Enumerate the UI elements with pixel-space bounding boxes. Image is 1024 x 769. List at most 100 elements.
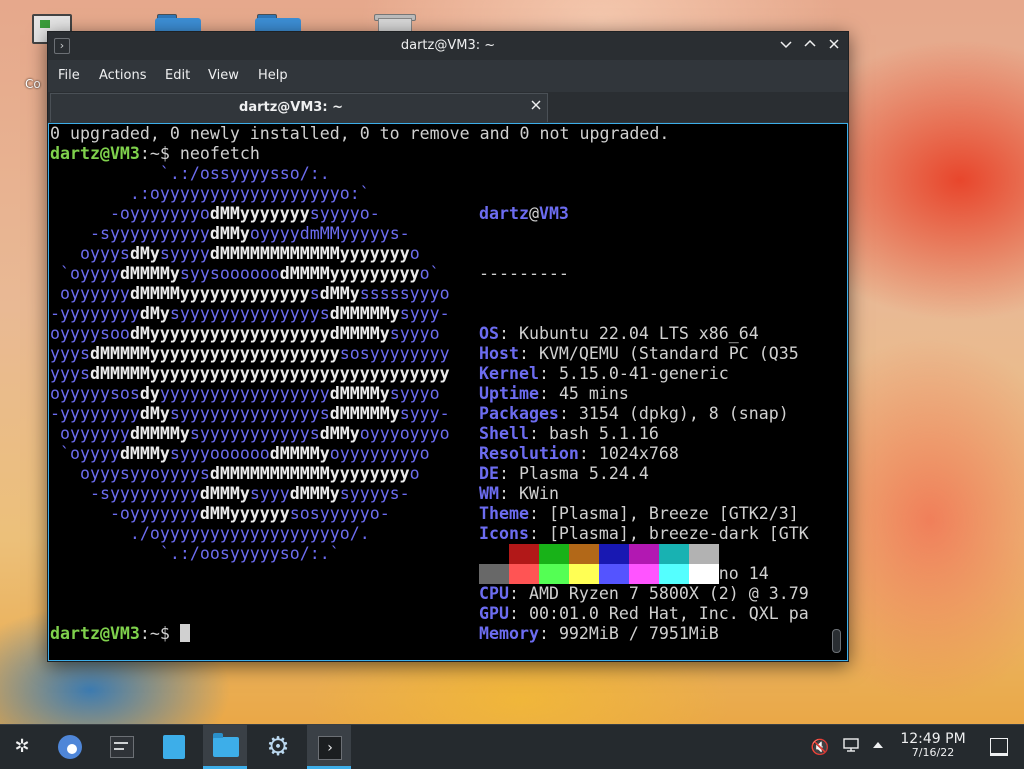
tab-close-button[interactable] [529, 99, 543, 113]
minimize-button[interactable] [777, 37, 795, 55]
ascii-logo-line: -oyyyyyyydMMyyyyyysosyyyyyo- [50, 504, 390, 523]
ascii-logo-line: ./oyyyyyyyyyyyyyyyyyyo/. [50, 524, 370, 543]
info-row: Memory: 992MiB / 7951MiB [479, 624, 719, 643]
close-icon [531, 100, 541, 110]
window-titlebar[interactable]: › dartz@VM3: ~ [48, 32, 848, 60]
tab-terminal[interactable]: dartz@VM3: ~ [50, 93, 548, 122]
ascii-logo-line: oyyyyyydMMMMysyyyyyyyyyyysdMMyoyyyoyyyo [50, 424, 450, 443]
info-key: OS [479, 324, 499, 343]
chromium-icon-center [65, 742, 79, 756]
color-swatch [629, 544, 659, 564]
info-value: Plasma 5.24.4 [518, 464, 649, 483]
info-value: 3154 (dpkg), 8 (snap) [578, 404, 789, 423]
task-terminal[interactable]: › [307, 725, 351, 769]
color-swatch [509, 564, 539, 584]
volume-muted-icon[interactable]: 🔇 [810, 737, 830, 757]
system-monitor-icon [110, 736, 134, 758]
info-row: Icons: [Plasma], breeze-dark [GTK [479, 524, 809, 543]
show-desktop-button[interactable] [990, 738, 1008, 756]
info-value: AMD Ryzen 7 5800X (2) @ 3.79 [528, 584, 809, 603]
scrollbar-thumb[interactable] [832, 629, 841, 653]
info-row: Packages: 3154 (dpkg), 8 (snap) [479, 404, 789, 423]
prompt-line: dartz@VM3:~$ [50, 624, 190, 644]
menu-file[interactable]: File [58, 68, 80, 83]
info-row: OS: Kubuntu 22.04 LTS x86_64 [479, 324, 759, 343]
ascii-logo-line: oyyyyysosdyyyyyyyyyyyyyyyyyydMMMMysyyyo [50, 384, 440, 403]
file-manager-icon [213, 733, 239, 757]
terminal-window: › dartz@VM3: ~ File Actions Edit View He… [47, 31, 849, 662]
color-swatch [599, 544, 629, 564]
terminal-output-line: 0 upgraded, 0 newly installed, 0 to remo… [50, 124, 670, 143]
menu-actions[interactable]: Actions [99, 68, 147, 83]
info-key: CPU [479, 584, 509, 603]
tray-expand-icon[interactable] [868, 737, 888, 757]
info-key: Packages [479, 404, 559, 423]
info-key: GPU [479, 604, 509, 623]
info-key: Icons [479, 524, 529, 543]
chevron-up-icon [804, 39, 816, 47]
info-value: 5.15.0-41-generic [558, 364, 729, 383]
task-system-settings[interactable]: ⚙ [255, 725, 299, 769]
info-row: GPU: 00:01.0 Red Hat, Inc. QXL pa [479, 604, 809, 623]
maximize-button[interactable] [801, 37, 819, 55]
color-swatch [659, 564, 689, 584]
close-button[interactable] [825, 37, 843, 55]
info-row: Theme: [Plasma], Breeze [GTK2/3] [479, 504, 799, 523]
desktop-icon-label: Co [25, 77, 41, 91]
ascii-logo-line: oyyyyyydMMMMyyyyyyyyyyyyysdMMysssssyyyo [50, 284, 450, 303]
color-swatch [629, 564, 659, 584]
close-icon [829, 39, 839, 49]
info-value: [Plasma], breeze-dark [GTK [548, 524, 809, 543]
info-row: Resolution: 1024x768 [479, 444, 679, 463]
info-key: WM [479, 484, 499, 503]
clock-date: 7/16/22 [911, 746, 955, 759]
ascii-logo-line: `.:/ossyyyysso/:. [50, 164, 330, 183]
ascii-logo-line: -syyyyyyyyyydMMyoyyyydmMMyyyyys- [50, 224, 410, 243]
ascii-logo-line: oyyysdMysyyyydMMMMMMMMMMMMyyyyyyyo [50, 244, 420, 263]
info-row: DE: Plasma 5.24.4 [479, 464, 649, 483]
info-row: Shell: bash 5.1.16 [479, 424, 659, 443]
system-info: dartz@VM3 --------- OS: Kubuntu 22.04 LT… [479, 164, 809, 660]
info-row: WM: KWin [479, 484, 559, 503]
kde-launcher-icon: ✲ [14, 736, 30, 757]
ascii-logo-line: oyyysyyoyyyysdMMMMMMMMMMMyyyyyyyyo [50, 464, 420, 483]
info-value: 992MiB / 7951MiB [558, 624, 719, 643]
info-key: Host [479, 344, 519, 363]
terminal-icon: › [318, 736, 342, 760]
info-user: dartz [479, 204, 529, 223]
color-swatch [599, 564, 629, 584]
task-system-monitor[interactable] [99, 725, 143, 769]
info-value: 1024x768 [598, 444, 679, 463]
ascii-logo-line: `oyyyydMMMysyyyoooooodMMMMyoyyyyyyyyo [50, 444, 430, 463]
info-value: [Plasma], Breeze [GTK2/3] [548, 504, 799, 523]
window-title: dartz@VM3: ~ [400, 38, 496, 53]
task-chromium[interactable] [47, 725, 91, 769]
info-row: Uptime: 45 mins [479, 384, 629, 403]
clock[interactable]: 12:49 PM 7/16/22 [896, 731, 970, 759]
info-key: DE [479, 464, 499, 483]
info-key: Shell [479, 424, 529, 443]
task-discover[interactable] [151, 725, 195, 769]
ascii-logo-line: oyyyysoodMyyyyyyyyyyyyyyyyyydMMMMysyyyo [50, 324, 440, 343]
network-icon[interactable] [841, 737, 861, 757]
info-value: 45 mins [558, 384, 629, 403]
ascii-logo-line: `.:/oosyyyyyso/:.` [50, 544, 340, 563]
prompt-user: dartz@VM3 [50, 144, 140, 163]
menu-edit[interactable]: Edit [165, 68, 190, 83]
info-value: KWin [518, 484, 559, 503]
application-launcher[interactable]: ✲ [0, 725, 44, 769]
info-value: Kubuntu 22.04 LTS x86_64 [518, 324, 759, 343]
terminal-view[interactable]: 0 upgraded, 0 newly installed, 0 to remo… [48, 123, 848, 661]
color-swatch [689, 544, 719, 564]
task-file-manager[interactable] [203, 725, 247, 769]
menu-help[interactable]: Help [258, 68, 288, 83]
ascii-logo-line: yyysdMMMMMyyyyyyyyyyyyyyyyyyysosyyyyyyyy [50, 344, 450, 363]
info-separator: --------- [479, 264, 569, 283]
info-key: Uptime [479, 384, 539, 403]
info-header: dartz@VM3 [479, 204, 809, 224]
menu-view[interactable]: View [208, 68, 239, 83]
final-prompt-path: :~$ [139, 624, 180, 643]
chevron-down-icon [780, 41, 792, 49]
info-value: bash 5.1.16 [548, 424, 659, 443]
color-swatch [689, 564, 719, 584]
